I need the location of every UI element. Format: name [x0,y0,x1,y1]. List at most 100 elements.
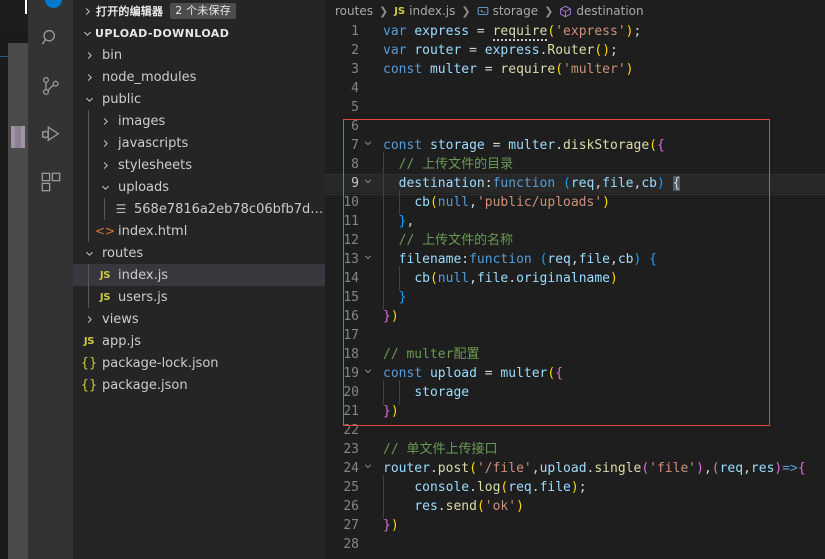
code-token: ( [476,499,485,514]
fold-chevron-down-icon[interactable] [359,250,377,269]
code-token: . [555,138,564,153]
code-token: res [414,499,438,514]
code-token: originalname [516,271,610,286]
notification-badge[interactable] [45,0,62,8]
chevron-right-icon [81,47,97,63]
code-line[interactable]: 27 }) [325,516,825,535]
code-line[interactable]: 1 var express = require('express'); [325,22,825,41]
activity-item-extensions[interactable] [28,158,73,206]
code-line[interactable]: 21 }) [325,402,825,421]
code-line[interactable]: 19 const upload = multer({ [325,364,825,383]
section-open-editors[interactable]: 打开的编辑器 2 个未保存 [73,0,325,22]
code-line[interactable]: 12 // 上传文件的名称 [325,228,825,253]
fold-gutter-empty [359,22,377,41]
code-line[interactable]: 28 [325,535,825,554]
code-token: cb [414,195,430,210]
code-line[interactable]: 25 console.log(req.file); [325,475,825,500]
chevron-right-icon [97,113,113,129]
line-number: 8 [351,157,359,172]
code-line[interactable]: 6 [325,117,825,136]
code-line[interactable]: 13 filename:function (req,file,cb) { [325,247,825,272]
tree-item-index-html[interactable]: <> index.html [73,220,325,242]
code-line[interactable]: 8 // 上传文件的目录 [325,152,825,177]
code-text: const multer = require('multer') [377,60,634,79]
tree-item-routes[interactable]: routes [73,242,325,264]
breadcrumb-item-destination[interactable]: destination [559,4,644,18]
line-number: 1 [351,24,359,39]
activity-item-source-control[interactable] [28,62,73,110]
code-editor[interactable]: 1 var express = require('express'); 2 var… [325,22,825,559]
tree-item-images[interactable]: images [73,110,325,132]
code-token: . [437,499,446,514]
fold-chevron-down-icon[interactable] [359,459,377,478]
tree-item-package-json[interactable]: {} package.json [73,374,325,396]
code-line[interactable]: 17 [325,326,825,345]
code-line[interactable]: 23 // 单文件上传接口 [325,440,825,459]
section-workspace-root[interactable]: UPLOAD-DOWNLOAD [73,22,325,44]
code-line[interactable]: 26 res.send('ok') [325,494,825,519]
code-line[interactable]: 2 var router = express.Router(); [325,41,825,60]
code-token: . [469,480,477,495]
code-token: , [469,271,477,286]
tree-item-index-js[interactable]: JS index.js [73,264,325,286]
activity-item-run-debug[interactable] [28,110,73,158]
tree-item-package-lock-json[interactable]: {} package-lock.json [73,352,325,374]
code-line[interactable]: 3 const multer = require('multer') [325,60,825,79]
code-text: // multer配置 [377,345,479,364]
code-token: req [547,252,571,267]
indent-guide [88,110,89,132]
tree-item-public[interactable]: public [73,88,325,110]
tree-item-views[interactable]: views [73,308,325,330]
run-debug-icon [40,123,62,145]
code-line[interactable]: 24 router.post('/file',upload.single('fil… [325,459,825,478]
breadcrumb-item-index-js[interactable]: JS index.js [394,4,455,18]
code-line[interactable]: 10 cb(null,'public/uploads') [325,190,825,215]
breadcrumb-item-label: destination [576,4,644,18]
code-token: = [484,138,509,153]
code-line[interactable]: 15 } [325,285,825,310]
fold-gutter-empty [359,60,377,79]
fold-chevron-down-icon[interactable] [359,174,377,193]
search-icon [40,27,62,49]
code-token: send [445,499,477,514]
indent-guide [104,198,105,220]
fold-chevron-down-icon[interactable] [359,364,377,383]
tree-item-bin[interactable]: bin [73,44,325,66]
file-tree: bin node_modules public images javascripts st… [73,44,325,396]
activity-item-search[interactable] [28,14,73,62]
code-token: = [469,24,493,39]
code-token: var [383,24,415,39]
breadcrumb-item-storage[interactable]: storage [477,4,538,18]
code-line[interactable]: 14 cb(null,file.originalname) [325,266,825,291]
tree-item-node-modules[interactable]: node_modules [73,66,325,88]
code-token: 'ok' [484,499,517,514]
tree-item-uploads[interactable]: uploads [73,176,325,198]
code-token: ( [469,461,477,476]
code-line[interactable]: 4 [325,79,825,98]
code-line[interactable]: 16 }) [325,307,825,326]
code-token: , [570,252,579,267]
code-token: ) [696,461,704,476]
breadcrumb[interactable]: routes ❯ JS index.js ❯ storage ❯ destination [325,0,825,22]
code-token: ( [649,138,657,153]
code-token: cb [617,252,634,267]
tree-item-users-js[interactable]: JS users.js [73,286,325,308]
code-line[interactable]: 9 destination:function (req,file,cb) { [325,171,825,196]
code-text: // 上传文件的目录 [377,152,513,177]
code-line[interactable]: 18 // multer配置 [325,345,825,364]
code-line[interactable]: 22 [325,421,825,440]
code-line[interactable]: 11 }, [325,209,825,234]
code-line[interactable]: 5 [325,98,825,117]
tree-item-stylesheets[interactable]: stylesheets [73,154,325,176]
code-line[interactable]: 20 storage [325,380,825,405]
tree-item-568e7816a2eb78c06bfb7d0191[interactable]: ☰ 568e7816a2eb78c06bfb7d0191… [73,198,325,220]
code-token: , [469,195,477,210]
breadcrumb-item-routes[interactable]: routes [335,4,373,18]
tree-item-app-js[interactable]: JS app.js [73,330,325,352]
code-line[interactable]: 7 const storage = multer.diskStorage({ [325,136,825,155]
tree-item-javascripts[interactable]: javascripts [73,132,325,154]
code-lines[interactable]: 1 var express = require('express'); 2 var… [325,22,825,554]
fold-chevron-down-icon[interactable] [359,136,377,155]
